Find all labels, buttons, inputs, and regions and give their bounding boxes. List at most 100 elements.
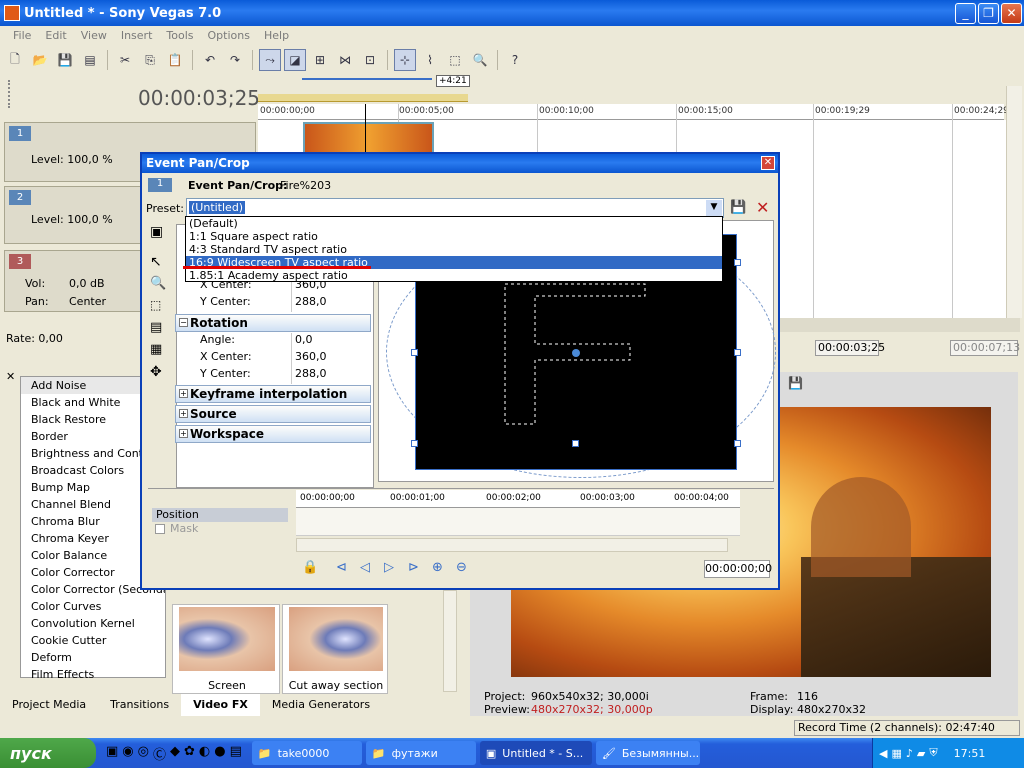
property-row[interactable]: X Center: 360,0 xyxy=(175,350,371,367)
selection-tool-icon[interactable]: ⬚ xyxy=(150,298,161,312)
save-snapshot-icon[interactable]: 💾 xyxy=(788,376,803,390)
tab-transitions[interactable]: Transitions xyxy=(98,694,181,716)
preset-option[interactable]: 1.85:1 Academy aspect ratio xyxy=(186,269,722,282)
delete-keyframe-icon[interactable]: ⊖ xyxy=(456,560,467,575)
auto-ripple-icon[interactable]: ⤳ xyxy=(259,49,281,71)
new-file-icon[interactable]: 🗋 xyxy=(4,49,26,71)
keyframe-time-field[interactable]: 00:00:00;00 xyxy=(704,560,772,578)
menu-insert[interactable]: Insert xyxy=(114,29,160,42)
taskbar-item[interactable]: 📁 футажи xyxy=(365,741,476,765)
paste-icon[interactable]: 📋 xyxy=(164,49,186,71)
opera-icon[interactable]: ◉ xyxy=(122,744,133,763)
next-keyframe-icon[interactable]: ▷ xyxy=(384,560,394,575)
list-item[interactable]: Convolution Kernel xyxy=(21,615,165,632)
taskbar-item[interactable]: 📁 take0000 xyxy=(251,741,362,765)
timeline-cursor[interactable] xyxy=(365,104,366,154)
property-row[interactable]: Angle: 0,0 xyxy=(175,333,371,350)
rotation-section[interactable]: − Rotation xyxy=(175,314,371,332)
preset-thumb-cut-away[interactable]: Cut away section xyxy=(282,604,388,694)
envelope-tool-icon[interactable]: ⌇ xyxy=(419,49,441,71)
presets-scrollbar[interactable] xyxy=(443,590,457,692)
selection-length-field[interactable]: 00:00:07;13 xyxy=(950,340,1020,356)
quicklaunch-icon[interactable]: ▤ xyxy=(230,744,242,763)
properties-icon[interactable]: ▤ xyxy=(79,49,101,71)
auto-crossfade-icon[interactable]: ⋈ xyxy=(334,49,356,71)
menu-options[interactable]: Options xyxy=(201,29,257,42)
tab-project-media[interactable]: Project Media xyxy=(0,694,98,716)
timeline-vertical-scrollbar[interactable] xyxy=(1006,86,1022,318)
quicklaunch-icon[interactable]: ◐ xyxy=(199,744,210,763)
crop-handle[interactable] xyxy=(411,440,418,447)
taskbar-item[interactable]: 🖌 Безымянны... xyxy=(595,741,700,765)
normal-edit-tool-icon[interactable]: ⊹ xyxy=(394,49,416,71)
source-section[interactable]: + Source xyxy=(175,405,371,423)
menu-help[interactable]: Help xyxy=(257,29,296,42)
whats-this-help-icon[interactable]: ? xyxy=(504,49,526,71)
vegas-app-icon[interactable] xyxy=(4,5,20,21)
undo-icon[interactable]: ↶ xyxy=(199,49,221,71)
clock[interactable]: 17:51 xyxy=(954,747,986,760)
add-keyframe-icon[interactable]: ⊕ xyxy=(432,560,443,575)
preset-option[interactable]: (Default) xyxy=(186,217,722,230)
close-panel-icon[interactable]: ✕ xyxy=(6,370,15,383)
move-icon[interactable]: ✥ xyxy=(150,364,162,380)
taskbar-item-active[interactable]: ▣ Untitled * - S... xyxy=(479,741,592,765)
video-event-fire[interactable] xyxy=(303,122,434,154)
copy-icon[interactable]: ⎘ xyxy=(139,49,161,71)
network-icon[interactable]: ▦ xyxy=(891,747,901,760)
preset-dropdown-list[interactable]: (Default) 1:1 Square aspect ratio 4:3 St… xyxy=(185,216,723,282)
list-item[interactable]: Color Curves xyxy=(21,598,165,615)
normal-edit-icon[interactable]: ↖ xyxy=(150,254,162,270)
media-player-icon[interactable]: ◎ xyxy=(138,744,149,763)
zoom-tool-icon[interactable]: 🔍 xyxy=(469,49,491,71)
crop-handle[interactable] xyxy=(734,440,741,447)
keyframe-lanes[interactable] xyxy=(296,508,740,536)
menu-tools[interactable]: Tools xyxy=(159,29,200,42)
panel-grip[interactable] xyxy=(8,80,12,108)
keyframe-track-position[interactable]: Position xyxy=(152,508,288,522)
ccleaner-icon[interactable]: Ⓒ xyxy=(153,744,166,763)
crop-handle[interactable] xyxy=(572,440,579,447)
save-icon[interactable]: 💾 xyxy=(54,49,76,71)
toggle-workspace-icon[interactable]: ▦ xyxy=(150,342,162,357)
ati-icon[interactable]: ▰ xyxy=(917,747,925,760)
aim-icon[interactable]: ◆ xyxy=(170,744,180,763)
property-row[interactable]: Y Center: 288,0 xyxy=(175,367,371,384)
loop-region-bar[interactable] xyxy=(302,78,432,80)
keyframe-track-mask[interactable]: Mask xyxy=(152,522,288,536)
workspace-section[interactable]: + Workspace xyxy=(175,425,371,443)
prev-keyframe-icon[interactable]: ◁ xyxy=(360,560,370,575)
maximize-button[interactable]: ❐ xyxy=(978,3,999,24)
menu-file[interactable]: File xyxy=(6,29,38,42)
selection-tool-icon[interactable]: ⬚ xyxy=(444,49,466,71)
snapping-icon[interactable]: ⊡ xyxy=(359,49,381,71)
quicklaunch-icon[interactable]: ✿ xyxy=(184,744,195,763)
preset-dropdown[interactable]: (Untitled) ▼ xyxy=(186,198,724,218)
tab-video-fx[interactable]: Video FX xyxy=(181,694,260,716)
preset-thumb-screen[interactable]: Screen xyxy=(172,604,280,694)
first-keyframe-icon[interactable]: ⊲ xyxy=(336,560,347,575)
keyframe-interpolation-section[interactable]: + Keyframe interpolation xyxy=(175,385,371,403)
list-item[interactable]: Cookie Cutter xyxy=(21,632,165,649)
preset-option[interactable]: 1:1 Square aspect ratio xyxy=(186,230,722,243)
crop-handle[interactable] xyxy=(734,349,741,356)
crop-handle[interactable] xyxy=(411,349,418,356)
timeline-ruler[interactable] xyxy=(258,104,1004,120)
redo-icon[interactable]: ↷ xyxy=(224,49,246,71)
shield-icon[interactable]: ⛨ xyxy=(929,746,937,760)
loop-region[interactable] xyxy=(258,94,468,102)
tab-media-generators[interactable]: Media Generators xyxy=(260,694,382,716)
crop-handle[interactable] xyxy=(734,259,741,266)
show-properties-icon[interactable]: ▤ xyxy=(150,320,162,335)
cut-icon[interactable]: ✂ xyxy=(114,49,136,71)
dialog-close-button[interactable]: ✕ xyxy=(761,156,775,170)
preset-option[interactable]: 4:3 Standard TV aspect ratio xyxy=(186,243,722,256)
keyframe-scrollbar[interactable] xyxy=(296,538,728,552)
selection-start-field[interactable]: 00:00:03;25 xyxy=(815,340,885,356)
menu-view[interactable]: View xyxy=(74,29,114,42)
start-button[interactable]: пуск xyxy=(0,738,96,768)
zoom-icon[interactable]: 🔍 xyxy=(150,276,166,291)
property-row[interactable]: Y Center: 288,0 xyxy=(175,295,371,312)
open-folder-icon[interactable]: 📂 xyxy=(29,49,51,71)
lock-keyframe-icon[interactable]: 🔒 xyxy=(302,560,318,575)
